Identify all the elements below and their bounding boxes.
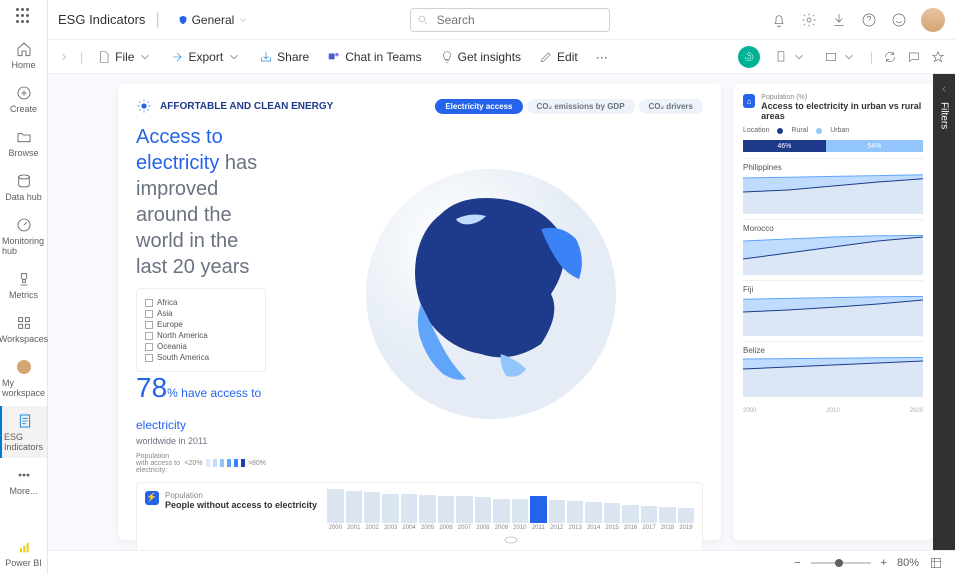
bookmark-icon [774,50,788,64]
rail-powerbi[interactable]: Power BI [0,532,47,574]
search-box[interactable] [410,8,610,32]
view-icon [824,50,838,64]
help-icon[interactable] [861,12,877,28]
view-button[interactable] [820,48,860,66]
export-icon [170,50,184,64]
legend: LocationRuralUrban [743,127,923,134]
app-title: ESG Indicators [58,12,145,27]
timeline-bars[interactable]: 2000200120022003200420052006200720082009… [327,491,694,531]
expand-nav-icon[interactable] [58,51,70,63]
rail-datahub[interactable]: Data hub [0,166,47,208]
zoom-slider[interactable] [811,562,871,564]
refresh-icon[interactable] [883,50,897,64]
chat-teams-button[interactable]: Chat in Teams [323,48,425,66]
mini-chart[interactable]: Philippines [743,158,923,219]
region-filter[interactable]: Africa Asia Europe North America Oceania… [136,288,266,372]
card-tag: AFFORTABLE AND CLEAN ENERGY [160,101,333,112]
zoom-in[interactable]: + [881,557,887,569]
gauge-icon [15,216,33,234]
color-scale: Population with access to electricity: <… [136,453,266,474]
database-icon [15,172,33,190]
teams-icon [327,50,341,64]
settings-icon[interactable] [801,12,817,28]
rail-home[interactable]: Home [0,34,47,76]
download-icon[interactable] [831,12,847,28]
reset-button[interactable] [738,46,760,68]
lightbulb-icon [440,50,454,64]
chevron-down-icon [238,15,248,25]
world-map[interactable] [278,114,703,474]
sun-icon [136,98,152,114]
export-button[interactable]: Export [166,48,245,66]
rail-myworkspace[interactable]: My workspace [0,352,47,404]
rail-metrics[interactable]: Metrics [0,264,47,306]
file-icon [97,50,111,64]
left-nav-rail: Home Create Browse Data hub Monitoring h… [0,0,48,574]
bell-icon[interactable] [771,12,787,28]
star-icon[interactable] [931,50,945,64]
powerbi-icon [15,538,33,556]
user-avatar[interactable] [921,8,945,32]
rail-esg-indicators[interactable]: ESG Indicators [0,406,47,458]
chevron-down-icon [138,50,152,64]
stacked-bar[interactable]: 46% 54% [743,140,923,152]
pill-co2-gdp[interactable]: CO₂ emissions by GDP [527,99,635,114]
folder-icon [15,128,33,146]
home-badge-icon: ⌂ [743,94,755,108]
rail-monitor[interactable]: Monitoring hub [0,210,47,262]
share-button[interactable]: Share [255,48,313,66]
home-icon [15,40,33,58]
rail-browse[interactable]: Browse [0,122,47,164]
zoom-out[interactable]: − [794,557,800,569]
shield-icon [178,15,188,25]
mini-chart[interactable]: Morocco [743,219,923,280]
pill-electricity[interactable]: Electricity access [435,99,522,114]
app-launcher-icon[interactable] [16,8,32,24]
kpi-number: 78% have access to electricity worldwide… [136,372,266,447]
rail-more[interactable]: More... [0,460,47,502]
chevron-down-icon [227,50,241,64]
rail-workspaces[interactable]: Workspaces [0,308,47,350]
report-icon [16,412,34,430]
avatar-icon [15,358,33,376]
mini-chart[interactable]: Belize [743,341,923,402]
headline: Access to electricity has improved aroun… [136,124,266,280]
overflow-button[interactable]: ··· [592,48,612,66]
timeline-card: ⚡ Population People without access to el… [136,482,703,550]
zoom-level: 80% [897,557,919,569]
pill-co2-drivers[interactable]: CO₂ drivers [639,99,703,114]
edit-button[interactable]: Edit [535,48,582,66]
bookmark-button[interactable] [770,48,810,66]
mini-xaxis: 200020102020 [743,408,923,414]
fit-page-icon[interactable] [929,556,943,570]
file-button[interactable]: File [93,48,156,66]
workspace-selector[interactable]: General [170,11,257,29]
main-report-card: AFFORTABLE AND CLEAN ENERGY Electricity … [118,84,721,540]
trophy-icon [15,270,33,288]
plus-circle-icon [15,84,33,102]
slider-handle-icon[interactable] [504,536,518,544]
bolt-icon: ⚡ [145,491,159,505]
filters-pane-toggle[interactable]: Filters [933,74,955,550]
feedback-icon[interactable] [891,12,907,28]
comment-icon[interactable] [907,50,921,64]
report-toolbar: | File Export Share Chat in Teams Get in… [48,40,955,74]
pencil-icon [539,50,553,64]
grid-icon [15,314,33,332]
search-icon [417,14,429,26]
search-input[interactable] [410,8,610,32]
insights-button[interactable]: Get insights [436,48,525,66]
status-bar: − + 80% [48,550,955,574]
top-bar: ESG Indicators | General [48,0,955,40]
share-icon [259,50,273,64]
chevron-left-icon [939,84,949,94]
mini-chart[interactable]: Fiji [743,280,923,341]
rail-create[interactable]: Create [0,78,47,120]
more-icon [15,466,33,484]
urban-rural-card: ⌂ Population (%) Access to electricity i… [733,84,933,540]
